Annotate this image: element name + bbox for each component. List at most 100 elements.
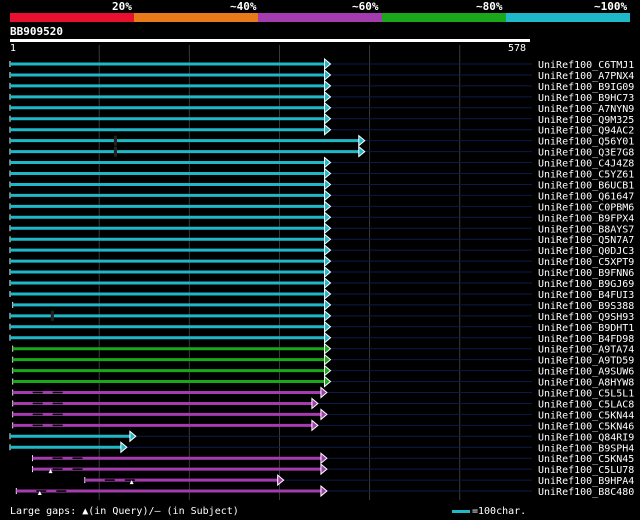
hit-arrow [324,189,332,202]
hit-arrow [324,79,332,92]
hit-label[interactable]: UniRef100_C5XPT9 [538,257,634,268]
hit-row[interactable]: UniRef100_A7PNX4 [9,68,634,82]
hit-row[interactable]: UniRef100_C6TMJ1 [9,57,634,71]
hit-row[interactable]: UniRef100_B9FNN6 [9,265,634,279]
scale-label: =100char. [472,506,527,517]
hit-row[interactable]: UniRef100_B9FPX4 [9,211,634,224]
hit-label[interactable]: UniRef100_Q0DJC3 [538,246,634,257]
hit-row[interactable]: UniRef100_Q9SH93 [9,309,634,323]
hit-label[interactable]: UniRef100_B9HPA4 [538,476,634,487]
hit-arrow [311,419,319,432]
hit-row[interactable]: UniRef100_Q56Y01 [9,134,634,148]
hit-row[interactable]: UniRef100_C5L5L1 [12,386,635,400]
hit-label[interactable]: UniRef100_C5YZ61 [538,170,634,181]
hit-row[interactable]: UniRef100_B9S388 [12,298,635,312]
hit-label[interactable]: UniRef100_Q5N7A7 [538,235,634,246]
hit-row[interactable]: UniRef100_B8AYS7 [9,222,634,235]
hit-label[interactable]: UniRef100_B8AYS7 [538,224,634,235]
hit-label[interactable]: UniRef100_C5L5L1 [538,389,634,400]
hit-label[interactable]: UniRef100_A7PNX4 [538,71,634,82]
hit-row[interactable]: UniRef100_C5LAC8 [12,397,635,410]
hit-arrow [324,68,332,82]
hit-row[interactable]: UniRef100_Q0DJC3 [9,244,634,257]
hit-row[interactable]: UniRef100_B9SPH4 [9,441,634,454]
hit-arrow [324,265,332,279]
hit-label[interactable]: UniRef100_C5LAC8 [538,399,634,410]
hit-row[interactable]: UniRef100_Q5N7A7 [9,233,634,246]
hit-label[interactable]: UniRef100_B8C480 [538,487,634,498]
hit-arrow [324,298,332,311]
hit-row[interactable]: UniRef100_B6UCB1 [9,178,634,191]
hit-row[interactable]: UniRef100_Q94AC2 [9,123,634,137]
hit-arrow [320,452,328,465]
hit-label[interactable]: UniRef100_B9HC73 [538,93,634,104]
hit-row[interactable]: UniRef100_B9DHT1 [9,320,634,334]
hit-label[interactable]: UniRef100_A9SUW6 [538,367,634,378]
scale-legend: =100char. [452,506,526,517]
hit-label[interactable]: UniRef100_B9FNN6 [538,268,634,279]
hit-row[interactable]: UniRef100_C5LU78 [32,463,635,476]
hit-arrow [324,123,332,136]
hit-row[interactable]: UniRef100_B8C480 [15,484,634,498]
hit-arrow [311,397,319,410]
hit-row[interactable]: UniRef100_C5XPT9 [9,255,634,268]
hit-label[interactable]: UniRef100_Q9SH93 [538,312,634,323]
hit-row[interactable]: UniRef100_C0PBM6 [9,200,634,213]
hit-row[interactable]: UniRef100_C5KN45 [32,452,635,465]
hit-arrow [324,287,332,301]
hit-label[interactable]: UniRef100_A8HYW8 [538,378,634,389]
hit-label[interactable]: UniRef100_B9DHT1 [538,323,634,334]
hit-row[interactable]: UniRef100_C5YZ61 [9,167,634,181]
hit-row[interactable]: UniRef100_Q9M325 [9,112,634,126]
hit-label[interactable]: UniRef100_A7NYN9 [538,104,634,115]
hit-row[interactable]: UniRef100_A8HYW8 [12,375,635,389]
hit-arrow [358,134,366,147]
hit-arrow [324,156,332,169]
hit-row[interactable]: UniRef100_B4FD98 [9,331,634,345]
hit-label[interactable]: UniRef100_C6TMJ1 [538,60,634,71]
hit-arrow [324,276,332,290]
hit-arrow [129,430,137,443]
hit-row[interactable]: UniRef100_C5KN44 [12,408,635,421]
hit-label[interactable]: UniRef100_Q84RI9 [538,432,634,443]
hit-label[interactable]: UniRef100_B6UCB1 [538,180,634,191]
hit-label[interactable]: UniRef100_Q9M325 [538,115,634,126]
hit-label[interactable]: UniRef100_Q94AC2 [538,126,634,137]
hit-row[interactable]: UniRef100_A7NYN9 [9,101,634,115]
hit-label[interactable]: UniRef100_C0PBM6 [538,202,634,213]
hit-label[interactable]: UniRef100_B9SPH4 [538,443,634,454]
hit-row[interactable]: UniRef100_C5KN46 [12,419,635,432]
hit-label[interactable]: UniRef100_B9S388 [538,301,634,312]
hit-arrow [324,90,332,103]
hit-label[interactable]: UniRef100_A9TD59 [538,356,634,367]
hit-row[interactable]: UniRef100_Q3E7G8 [9,145,634,159]
hit-row[interactable]: UniRef100_B9GJ69 [9,276,634,290]
hit-row[interactable]: UniRef100_B9HC73 [9,90,634,104]
hit-label[interactable]: UniRef100_B9GJ69 [538,279,634,290]
hit-label[interactable]: UniRef100_C5KN46 [538,421,634,432]
hit-label[interactable]: UniRef100_C5KN45 [538,454,634,465]
hit-label[interactable]: UniRef100_Q56Y01 [538,137,634,148]
hit-row[interactable]: UniRef100_A9TA74 [12,342,635,356]
hit-label[interactable]: UniRef100_A9TA74 [538,345,634,356]
hit-row[interactable]: UniRef100_Q84RI9 [9,430,634,443]
hit-label[interactable]: UniRef100_B4FUI3 [538,290,634,301]
hit-label[interactable]: UniRef100_B9IG09 [538,82,634,93]
hit-row[interactable]: UniRef100_B4FUI3 [9,287,634,301]
hit-arrow [324,233,332,246]
hit-row[interactable]: UniRef100_B9IG09 [9,79,634,93]
hit-arrow [277,474,285,487]
hit-label[interactable]: UniRef100_B9FPX4 [538,213,634,224]
hit-label[interactable]: UniRef100_Q3E7G8 [538,148,634,159]
hit-label[interactable]: UniRef100_C5LU78 [538,465,634,476]
hit-row[interactable]: UniRef100_C4J4Z8 [9,156,634,170]
hit-label[interactable]: UniRef100_B4FD98 [538,334,634,345]
hit-row[interactable]: UniRef100_Q61647 [9,189,634,202]
hit-label[interactable]: UniRef100_Q61647 [538,191,634,202]
hit-label[interactable]: UniRef100_C4J4Z8 [538,159,634,170]
hit-row[interactable]: UniRef100_A9SUW6 [12,364,635,378]
hit-label[interactable]: UniRef100_C5KN44 [538,410,634,421]
hit-row[interactable]: UniRef100_A9TD59 [12,353,635,367]
hit-row[interactable]: UniRef100_B9HPA4 [84,474,635,487]
hit-arrow [324,211,332,224]
